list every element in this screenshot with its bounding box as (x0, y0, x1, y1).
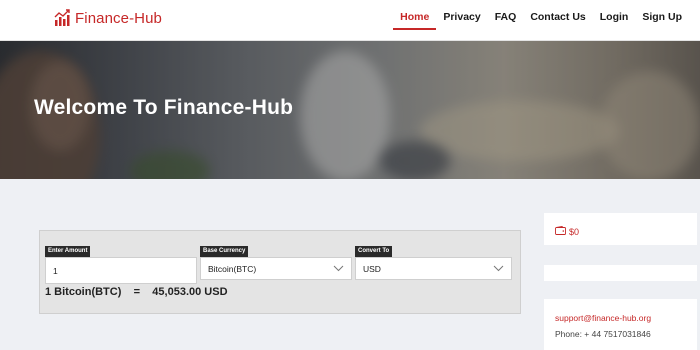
contact-panel: support@finance-hub.org Phone: + 44 7517… (544, 299, 697, 350)
result-equals: = (133, 286, 141, 298)
convert-to-value: USD (363, 263, 381, 274)
nav-faq[interactable]: FAQ (488, 9, 524, 30)
amount-input[interactable]: 1 (45, 257, 197, 284)
balance-display[interactable]: $0 (555, 226, 579, 237)
result-to: 45,053.00 USD (152, 286, 228, 298)
currency-converter: Enter Amount 1 Base Currency Bitcoin(BTC… (39, 230, 521, 314)
base-currency-select[interactable]: Bitcoin(BTC) (200, 257, 352, 280)
chevron-down-icon (493, 264, 504, 274)
logo-text: Finance-Hub (75, 9, 162, 27)
base-currency-value: Bitcoin(BTC) (208, 263, 257, 274)
amount-label: Enter Amount (45, 246, 91, 257)
convert-to-select[interactable]: USD (355, 257, 512, 280)
nav-privacy[interactable]: Privacy (436, 9, 487, 30)
logo[interactable]: Finance-Hub (54, 7, 162, 29)
wallet-icon (555, 226, 566, 237)
hero-banner: Welcome To Finance-Hub (0, 41, 700, 179)
bar-chart-trend-icon (54, 9, 71, 27)
base-currency-field-group: Base Currency Bitcoin(BTC) (200, 239, 352, 280)
base-currency-label: Base Currency (200, 246, 249, 257)
site-header: Finance-Hub Home Privacy FAQ Contact Us … (0, 0, 700, 41)
chevron-down-icon (333, 264, 344, 274)
support-email-link[interactable]: support@finance-hub.org (555, 313, 651, 323)
nav-login[interactable]: Login (593, 9, 636, 30)
nav-sign-up[interactable]: Sign Up (635, 9, 689, 30)
convert-to-field-group: Convert To USD (355, 239, 512, 280)
amount-value: 1 (53, 265, 58, 276)
conversion-result: 1 Bitcoin(BTC) = 45,053.00 USD (45, 286, 228, 298)
nav-contact-us[interactable]: Contact Us (523, 9, 592, 30)
amount-field-group: Enter Amount 1 (45, 239, 197, 284)
main-nav: Home Privacy FAQ Contact Us Login Sign U… (393, 9, 689, 30)
nav-home[interactable]: Home (393, 9, 437, 30)
result-from: 1 Bitcoin(BTC) (45, 286, 122, 298)
phone-number: Phone: + 44 7517031846 (555, 329, 651, 339)
hero-title: Welcome To Finance-Hub (34, 96, 294, 119)
convert-to-label: Convert To (355, 246, 393, 257)
sidebar-panel-empty (544, 265, 697, 281)
balance-amount: $0 (569, 226, 580, 237)
balance-panel: $0 (544, 213, 697, 245)
